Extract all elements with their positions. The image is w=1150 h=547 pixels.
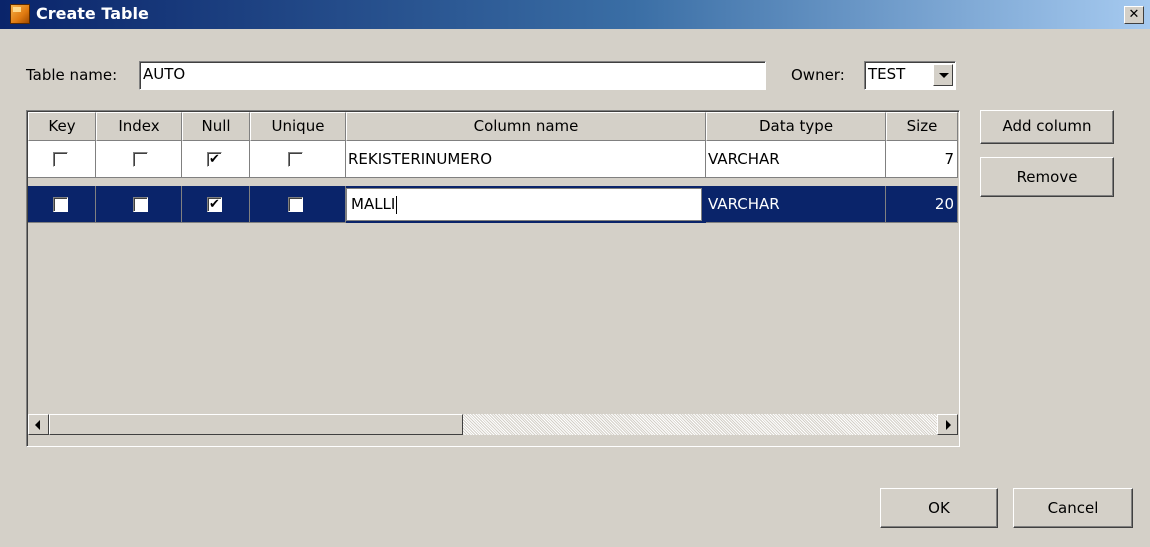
index-cell [96,186,182,223]
unique-cell [250,141,346,178]
checkmark-icon: ✔ [209,152,220,167]
key-cell [28,186,96,223]
ok-button[interactable]: OK [880,488,998,528]
scroll-left-icon[interactable] [28,414,49,435]
column-name-value: MALLI [351,195,396,213]
unique-cell [250,186,346,223]
column-name-cell[interactable]: REKISTERINUMERO [346,141,706,178]
data-type-cell[interactable]: VARCHAR [706,141,886,178]
size-cell[interactable]: 20 [886,186,958,223]
cancel-button[interactable]: Cancel [1013,488,1133,528]
scroll-thumb[interactable] [49,414,463,435]
close-icon: ✕ [1128,7,1140,22]
chevron-down-icon[interactable] [933,64,953,86]
horizontal-scrollbar[interactable] [28,414,958,435]
null-cell: ✔ [182,141,250,178]
remove-button[interactable]: Remove [980,157,1114,197]
column-name-editor[interactable]: MALLI [346,188,702,221]
table-row[interactable]: ✔ MALLI VARCHAR 20 [28,186,958,223]
null-checkbox[interactable]: ✔ [207,152,222,167]
table-icon [10,4,30,24]
key-checkbox[interactable] [53,152,68,167]
key-cell [28,141,96,178]
size-cell[interactable]: 7 [886,141,958,178]
header-size[interactable]: Size [886,112,958,141]
add-column-button[interactable]: Add column [980,110,1114,144]
header-column-name[interactable]: Column name [346,112,706,141]
data-type-cell[interactable]: VARCHAR [706,186,886,223]
null-checkbox[interactable]: ✔ [207,197,222,212]
unique-checkbox[interactable] [288,152,303,167]
key-checkbox[interactable] [53,197,68,212]
owner-value: TEST [868,65,906,83]
checkmark-icon: ✔ [209,197,220,212]
table-name-label: Table name: [26,66,118,84]
unique-checkbox[interactable] [288,197,303,212]
owner-label: Owner: [791,66,845,84]
header-data-type[interactable]: Data type [706,112,886,141]
index-cell [96,141,182,178]
index-checkbox[interactable] [133,152,148,167]
window-title: Create Table [36,4,149,23]
header-null[interactable]: Null [182,112,250,141]
scroll-right-icon[interactable] [937,414,958,435]
header-unique[interactable]: Unique [250,112,346,141]
index-checkbox[interactable] [133,197,148,212]
text-caret [396,195,398,214]
table-name-input[interactable]: AUTO [139,61,766,90]
owner-select[interactable]: TEST [864,61,956,90]
header-index[interactable]: Index [96,112,182,141]
header-key[interactable]: Key [28,112,96,141]
close-button[interactable]: ✕ [1124,6,1144,24]
null-cell: ✔ [182,186,250,223]
title-bar: Create Table ✕ [0,0,1150,29]
table-row[interactable]: ✔ REKISTERINUMERO VARCHAR 7 [28,141,958,178]
